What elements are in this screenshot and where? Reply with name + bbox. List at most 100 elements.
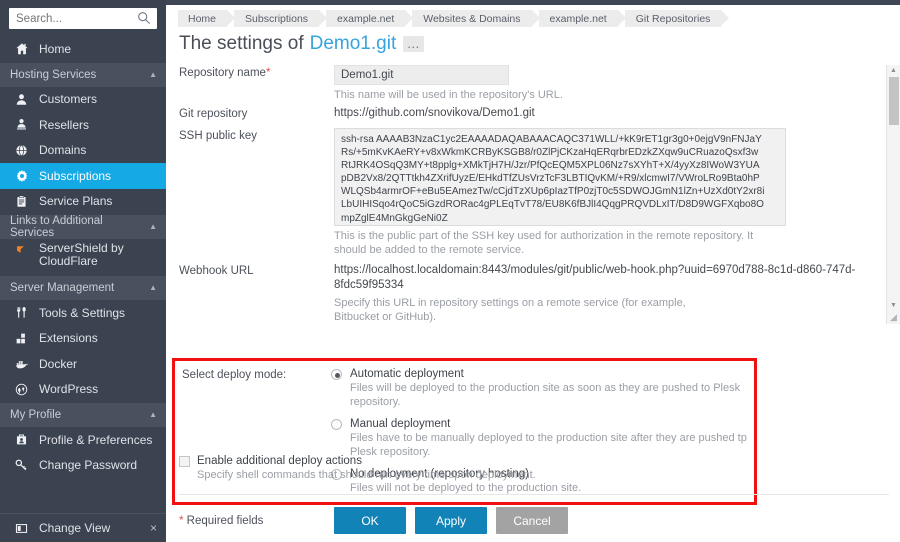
- repository-name-input[interactable]: Demo1.git: [334, 65, 509, 85]
- deploy-mode-highlight-box: Select deploy mode: Automatic deployment…: [172, 358, 757, 505]
- git-repository-label: Git repository: [179, 108, 248, 120]
- deploy-mode-section: Select deploy mode: Automatic deployment…: [175, 361, 754, 504]
- radio-automatic-deployment[interactable]: [331, 369, 342, 380]
- sidebar-item-label: Tools & Settings: [39, 305, 126, 320]
- sidebar-group-label: Links to Additional Services: [10, 215, 103, 239]
- sidebar-item-label: Service Plans: [39, 194, 113, 209]
- chevron-up-icon[interactable]: ▲: [149, 284, 157, 292]
- sidebar-item-label: Home: [39, 41, 72, 56]
- sidebar-item-label: Subscriptions: [39, 168, 112, 183]
- enable-additional-deploy-actions-label: Enable additional deploy actions: [197, 455, 362, 467]
- cloudflare-icon: [13, 242, 30, 257]
- sidebar-group-label: Server Management: [10, 282, 115, 294]
- ssh-public-key-hint: This is the public part of the SSH key u…: [334, 230, 754, 256]
- sidebar-item-tools-and-settings[interactable]: Tools & Settings: [0, 300, 166, 326]
- sidebar-group-server-management[interactable]: Server Management ▲: [0, 275, 166, 300]
- page-title: The settings of Demo1.git …: [166, 27, 900, 65]
- sidebar-item-change-password[interactable]: Change Password: [0, 453, 166, 479]
- required-fields-text: Required fields: [183, 514, 264, 527]
- profile-icon: [13, 432, 30, 447]
- app-window: Home Hosting Services ▲ Customers Resell…: [0, 0, 900, 542]
- chevron-up-icon[interactable]: ▲: [149, 411, 157, 419]
- sidebar-item-wordpress[interactable]: WordPress: [0, 377, 166, 403]
- repository-name-hint: This name will be used in the repository…: [334, 89, 563, 101]
- webhook-url-value: https://localhost.localdomain:8443/modul…: [334, 264, 856, 291]
- tools-icon: [13, 305, 30, 320]
- layout-icon: [13, 521, 30, 536]
- sidebar-item-label: Resellers: [39, 117, 90, 132]
- chevron-up-icon[interactable]: ▲: [149, 70, 157, 79]
- deploy-option-automatic[interactable]: Automatic deployment Files will be deplo…: [331, 368, 750, 409]
- sidebar-item-home[interactable]: Home: [0, 36, 166, 62]
- breadcrumb-item-git-repositories[interactable]: Git Repositories: [624, 10, 730, 27]
- close-icon[interactable]: ×: [150, 521, 157, 535]
- sidebar-item-domains[interactable]: Domains: [0, 138, 166, 164]
- sidebar-item-subscriptions[interactable]: Subscriptions: [0, 163, 166, 189]
- sidebar-item-customers[interactable]: Customers: [0, 87, 166, 113]
- field-git-repository: Git repository https://github.com/snovik…: [179, 106, 900, 121]
- scrollbar-thumb[interactable]: [889, 77, 899, 125]
- ssh-public-key-textarea[interactable]: ssh-rsa AAAAB3NzaC1yc2EAAAADAQABAAACAQC3…: [334, 128, 786, 226]
- sidebar-item-service-plans[interactable]: Service Plans: [0, 189, 166, 215]
- more-actions-button[interactable]: …: [403, 36, 425, 52]
- required-fields-note: * Required fields: [179, 515, 334, 527]
- enable-additional-deploy-actions-checkbox[interactable]: [179, 456, 190, 467]
- deploy-mode-label: Select deploy mode:: [182, 369, 287, 381]
- breadcrumb-item-example-net[interactable]: example.net: [326, 10, 414, 27]
- sidebar-item-docker[interactable]: Docker: [0, 351, 166, 377]
- search-input[interactable]: [9, 8, 157, 29]
- sidebar-group-my-profile[interactable]: My Profile ▲: [0, 402, 166, 427]
- ssh-public-key-label: SSH public key: [179, 130, 257, 142]
- sidebar-item-change-view[interactable]: Change View ×: [0, 514, 166, 542]
- deploy-option-manual[interactable]: Manual deployment Files have to be manua…: [331, 418, 750, 459]
- search-box[interactable]: [9, 8, 157, 29]
- sidebar-item-extensions[interactable]: Extensions: [0, 326, 166, 352]
- settings-form: Repository name* Demo1.git This name wil…: [166, 65, 900, 505]
- enable-additional-deploy-actions-desc: Specify shell commands that should run e…: [197, 469, 536, 481]
- field-label: Repository name*: [179, 65, 334, 102]
- ok-button[interactable]: OK: [334, 507, 406, 534]
- git-repository-value: https://github.com/snovikova/Demo1.git: [334, 107, 535, 119]
- sidebar-item-label: Profile & Preferences: [39, 432, 153, 447]
- breadcrumb-item-home[interactable]: Home: [178, 10, 236, 27]
- resize-grip-icon[interactable]: ◢: [888, 312, 899, 323]
- chevron-up-icon[interactable]: ▲: [149, 223, 157, 231]
- field-webhook-url: Webhook URL https://localhost.localdomai…: [179, 263, 900, 324]
- required-asterisk: *: [265, 67, 271, 79]
- sidebar-search-container: [0, 0, 166, 36]
- scroll-up-icon[interactable]: ▲: [887, 65, 900, 76]
- field-repository-name: Repository name* Demo1.git This name wil…: [179, 65, 900, 102]
- sidebar-group-hosting-services[interactable]: Hosting Services ▲: [0, 61, 166, 87]
- key-icon: [13, 458, 30, 473]
- deploy-option-desc: Files will be deployed to the production…: [350, 382, 741, 408]
- search-icon[interactable]: [137, 11, 151, 25]
- sidebar-item-servershield-by-cloudflare[interactable]: ServerShield by CloudFlare: [0, 239, 166, 275]
- breadcrumb-item-example-net-2[interactable]: example.net: [538, 10, 626, 27]
- breadcrumb-item-websites-domains[interactable]: Websites & Domains: [412, 10, 540, 27]
- home-icon: [13, 41, 30, 56]
- webhook-url-label: Webhook URL: [179, 265, 254, 277]
- sidebar-item-label: Domains: [39, 143, 87, 158]
- breadcrumb-item-subscriptions[interactable]: Subscriptions: [234, 10, 328, 27]
- repository-name-label: Repository name: [179, 67, 266, 79]
- ssh-key-scrollbar[interactable]: ▲ ▼: [886, 65, 900, 324]
- sidebar-item-label: ServerShield by CloudFlare: [39, 241, 124, 268]
- deploy-option-label: Automatic deployment: [350, 368, 464, 380]
- sidebar-item-profile-and-preferences[interactable]: Profile & Preferences: [0, 427, 166, 453]
- sidebar-item-label: WordPress: [39, 382, 99, 397]
- sidebar-item-resellers[interactable]: Resellers: [0, 112, 166, 138]
- deploy-option-label: Manual deployment: [350, 418, 451, 430]
- page-title-repo-name[interactable]: Demo1.git: [310, 33, 397, 55]
- cancel-button[interactable]: Cancel: [496, 507, 568, 534]
- apply-button[interactable]: Apply: [415, 507, 487, 534]
- radio-manual-deployment[interactable]: [331, 419, 342, 430]
- deploy-option-desc: Files will not be deployed to the produc…: [350, 482, 582, 494]
- sidebar: Home Hosting Services ▲ Customers Resell…: [0, 0, 166, 542]
- sidebar-group-links-to-additional-services[interactable]: Links to Additional Services ▲: [0, 214, 166, 239]
- form-footer: * Required fields OK Apply Cancel: [179, 507, 577, 534]
- deploy-mode-options: Automatic deployment Files will be deplo…: [331, 368, 750, 504]
- webhook-url-hint: Specify this URL in repository settings …: [334, 297, 686, 323]
- additional-deploy-actions: Enable additional deploy actions Specify…: [179, 455, 536, 481]
- scroll-down-icon[interactable]: ▼: [887, 300, 900, 311]
- clipboard-icon: [13, 194, 30, 209]
